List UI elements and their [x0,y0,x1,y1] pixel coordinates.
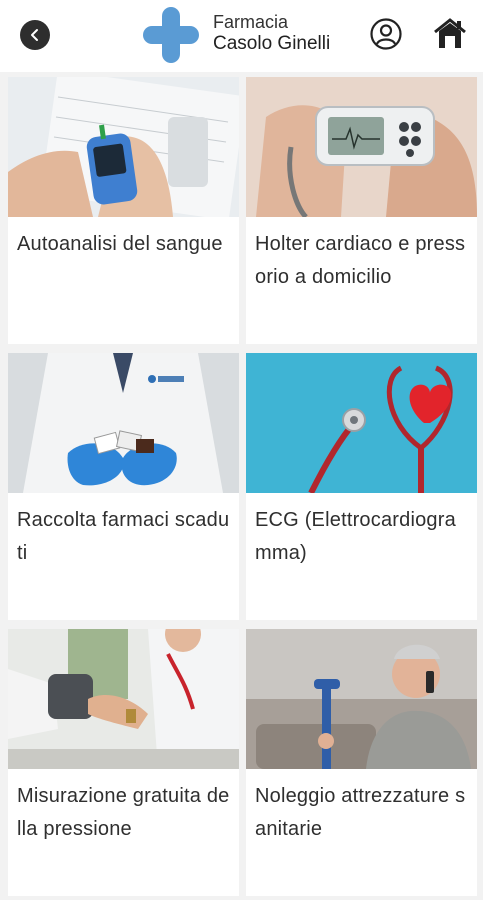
pharmacy-name[interactable]: Farmacia Casolo Ginelli [213,11,330,55]
service-title: Holter cardiaco e pressorio a domicilio [255,233,466,288]
service-title: Misurazione gratuita della pressione [17,785,230,840]
service-title: Raccolta farmaci scaduti [17,509,230,564]
services-grid: Autoanalisi del sangue Holter cardiaco e… [0,72,483,900]
chevron-left-icon [31,29,38,41]
service-card-autoanalisi[interactable]: Autoanalisi del sangue [8,77,239,344]
pharmacist-hands-medicines-photo [8,353,239,493]
holter-device-photo [246,77,477,217]
glucose-meter-photo [8,77,239,217]
service-card-noleggio-attrezzature[interactable]: Noleggio attrezzature sanitarie [246,629,477,896]
senior-man-crutch-photo [246,629,477,769]
brand-line-1: Farmacia [213,12,289,32]
service-card-holter[interactable]: Holter cardiaco e pressorio a domicilio [246,77,477,344]
stethoscope-heart-photo [246,353,477,493]
brand-line-2: Casolo Ginelli [213,33,331,54]
service-title: ECG (Elettrocardiogramma) [255,509,456,564]
service-card-misurazione-pressione[interactable]: Misurazione gratuita della pressione [8,629,239,896]
service-title: Autoanalisi del sangue [17,233,223,255]
app-header: Farmacia Casolo Ginelli [0,0,483,72]
service-card-ecg[interactable]: ECG (Elettrocardiogramma) [246,353,477,620]
service-card-raccolta-farmaci[interactable]: Raccolta farmaci scaduti [8,353,239,620]
blood-pressure-measurement-photo [8,629,239,769]
service-title: Noleggio attrezzature sanitarie [255,785,466,840]
home-icon[interactable] [433,17,467,51]
medical-cross-icon[interactable] [141,5,201,65]
back-button[interactable] [20,20,50,50]
user-circle-icon[interactable] [370,18,402,50]
